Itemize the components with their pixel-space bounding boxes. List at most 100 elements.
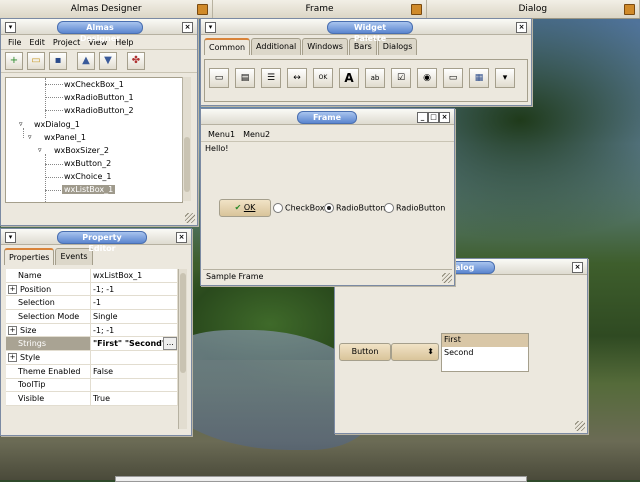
palette-titlebar[interactable]: ▾ Widget Palette × — [201, 19, 531, 43]
expand-plus-icon[interactable]: + — [8, 325, 17, 335]
property-row[interactable]: + Size -1; -1 — [6, 323, 178, 338]
frame-icon[interactable]: ▭ — [209, 68, 229, 88]
tree-node[interactable]: wxPanel_1 — [44, 133, 86, 142]
property-value[interactable]: -1; -1 — [93, 285, 114, 294]
spacer-icon[interactable]: ↔ — [287, 68, 307, 88]
tree-node[interactable]: wxButton_2 — [64, 159, 111, 168]
tab-common[interactable]: Common — [204, 38, 251, 55]
menu-file[interactable]: File — [4, 38, 25, 47]
list-item-selected[interactable]: First — [442, 334, 528, 347]
resize-grip-icon[interactable] — [185, 213, 195, 223]
property-row[interactable]: + Position -1; -1 — [6, 282, 178, 297]
frame-radio-2[interactable]: RadioButton — [384, 203, 445, 213]
task-dialog[interactable]: Dialog — [427, 0, 640, 18]
window-menu-icon[interactable]: ▾ — [205, 22, 216, 33]
property-value[interactable]: wxListBox_1 — [93, 271, 142, 280]
radio-icon[interactable]: ◉ — [417, 68, 437, 88]
scroll-thumb[interactable] — [180, 273, 186, 373]
close-icon[interactable]: × — [182, 22, 193, 33]
property-row[interactable]: Selection -1 — [6, 295, 178, 311]
resize-grip-icon[interactable] — [442, 273, 452, 283]
list-item[interactable]: Second — [442, 347, 528, 360]
choice-icon[interactable]: ▦ — [469, 68, 489, 88]
frame-checkbox[interactable]: CheckBox — [273, 203, 324, 213]
maximize-icon[interactable]: □ — [428, 112, 439, 123]
property-scrollbar[interactable] — [178, 269, 187, 429]
property-value[interactable]: -1 — [93, 298, 101, 307]
property-value[interactable]: False — [93, 367, 113, 376]
ok-label: OK — [243, 203, 256, 212]
menu-menu2[interactable]: Menu2 — [239, 130, 274, 139]
tree-scrollbar[interactable] — [182, 77, 191, 201]
tab-additional[interactable]: Additional — [251, 38, 302, 55]
collapse-arrow-icon[interactable]: ▿ — [19, 120, 23, 128]
sizer-icon[interactable]: ☰ — [261, 68, 281, 88]
tree-node-selected[interactable]: wxListBox_1 — [62, 185, 116, 194]
tree-guide — [45, 110, 63, 111]
collapse-arrow-icon[interactable]: ▿ — [38, 146, 42, 154]
collapse-arrow-icon[interactable]: ▿ — [28, 133, 32, 141]
property-row-selected[interactable]: Strings "First" "Second"... — [6, 336, 178, 352]
tree-node[interactable]: wxDialog_1 — [34, 120, 80, 129]
resize-grip-icon[interactable] — [575, 421, 585, 431]
menu-project[interactable]: Project — [49, 38, 84, 47]
property-value[interactable]: "First" "Second" — [93, 339, 166, 348]
open-folder-icon[interactable]: ▭ — [27, 52, 45, 70]
task-frame[interactable]: Frame — [213, 0, 427, 18]
task-label: Dialog — [518, 4, 548, 14]
listbox-icon[interactable]: ▭ — [443, 68, 463, 88]
close-icon[interactable]: × — [516, 22, 527, 33]
menu-edit[interactable]: Edit — [25, 38, 49, 47]
property-value[interactable]: True — [93, 394, 110, 403]
down-arrow-icon[interactable]: ▼ — [99, 52, 117, 70]
save-icon[interactable]: ▪ — [49, 52, 67, 70]
close-icon[interactable]: × — [176, 232, 187, 243]
tree-node[interactable]: wxChoice_1 — [64, 172, 111, 181]
combo-icon[interactable]: ▾ — [495, 68, 515, 88]
ok-button[interactable]: ✔ OK — [219, 199, 271, 217]
new-icon[interactable]: + — [5, 52, 23, 70]
panel-icon[interactable]: ▤ — [235, 68, 255, 88]
task-almas-designer[interactable]: Almas Designer — [0, 0, 214, 18]
property-editor-titlebar[interactable]: ▾ Property Editor × — [1, 229, 191, 253]
window-menu-icon[interactable]: ▾ — [5, 232, 16, 243]
text-ctrl-icon[interactable]: ab — [365, 68, 385, 88]
ellipsis-button[interactable]: ... — [163, 337, 177, 350]
expand-plus-icon[interactable]: + — [8, 352, 17, 362]
button-icon[interactable]: OK — [313, 68, 333, 88]
choice-dropdown[interactable]: ⬍ — [391, 343, 439, 361]
tab-properties[interactable]: Properties — [4, 248, 55, 265]
close-icon[interactable]: × — [439, 112, 450, 123]
frame-radio-1[interactable]: RadioButton — [324, 203, 385, 213]
property-row[interactable]: Visible True — [6, 391, 178, 406]
minimize-icon[interactable]: _ — [417, 112, 428, 123]
tree-node[interactable]: wxCheckBox_1 — [64, 80, 124, 89]
tree-node[interactable]: wxRadioButton_1 — [64, 93, 134, 102]
property-row[interactable]: ToolTip — [6, 378, 178, 393]
object-tree[interactable]: wxCheckBox_1 wxRadioButton_1 wxRadioButt… — [5, 77, 183, 203]
property-row[interactable]: + Style — [6, 350, 178, 365]
static-text-icon[interactable]: A — [339, 68, 359, 88]
frame-titlebar[interactable]: Frame _ □ × — [201, 109, 454, 125]
scroll-thumb[interactable] — [184, 137, 190, 192]
property-row[interactable]: Selection Mode Single — [6, 309, 178, 324]
settings-icon[interactable]: ✤ — [127, 52, 145, 70]
dialog-button[interactable]: Button — [339, 343, 391, 361]
close-icon[interactable]: × — [572, 262, 583, 273]
window-menu-icon[interactable]: ▾ — [5, 22, 16, 33]
property-row[interactable]: Theme Enabled False — [6, 364, 178, 379]
expand-plus-icon[interactable]: + — [8, 284, 17, 294]
frame-window: Frame _ □ × Menu1 Menu2 Hello! ✔ OK Chec… — [200, 108, 455, 286]
checkbox-icon[interactable]: ☑ — [391, 68, 411, 88]
designer-titlebar[interactable]: ▾ Almas Designer × — [1, 19, 197, 43]
dialog-listbox[interactable]: First Second — [441, 333, 529, 372]
property-value[interactable]: Single — [93, 312, 118, 321]
property-value[interactable]: -1; -1 — [93, 326, 114, 335]
tree-node[interactable]: wxBoxSizer_2 — [54, 146, 109, 155]
menu-menu1[interactable]: Menu1 — [204, 130, 239, 139]
tree-node[interactable]: wxRadioButton_2 — [64, 106, 134, 115]
tab-windows[interactable]: Windows — [302, 38, 348, 55]
up-arrow-icon[interactable]: ▲ — [77, 52, 95, 70]
tab-events[interactable]: Events — [55, 248, 93, 265]
property-row[interactable]: Name wxListBox_1 — [6, 269, 178, 283]
